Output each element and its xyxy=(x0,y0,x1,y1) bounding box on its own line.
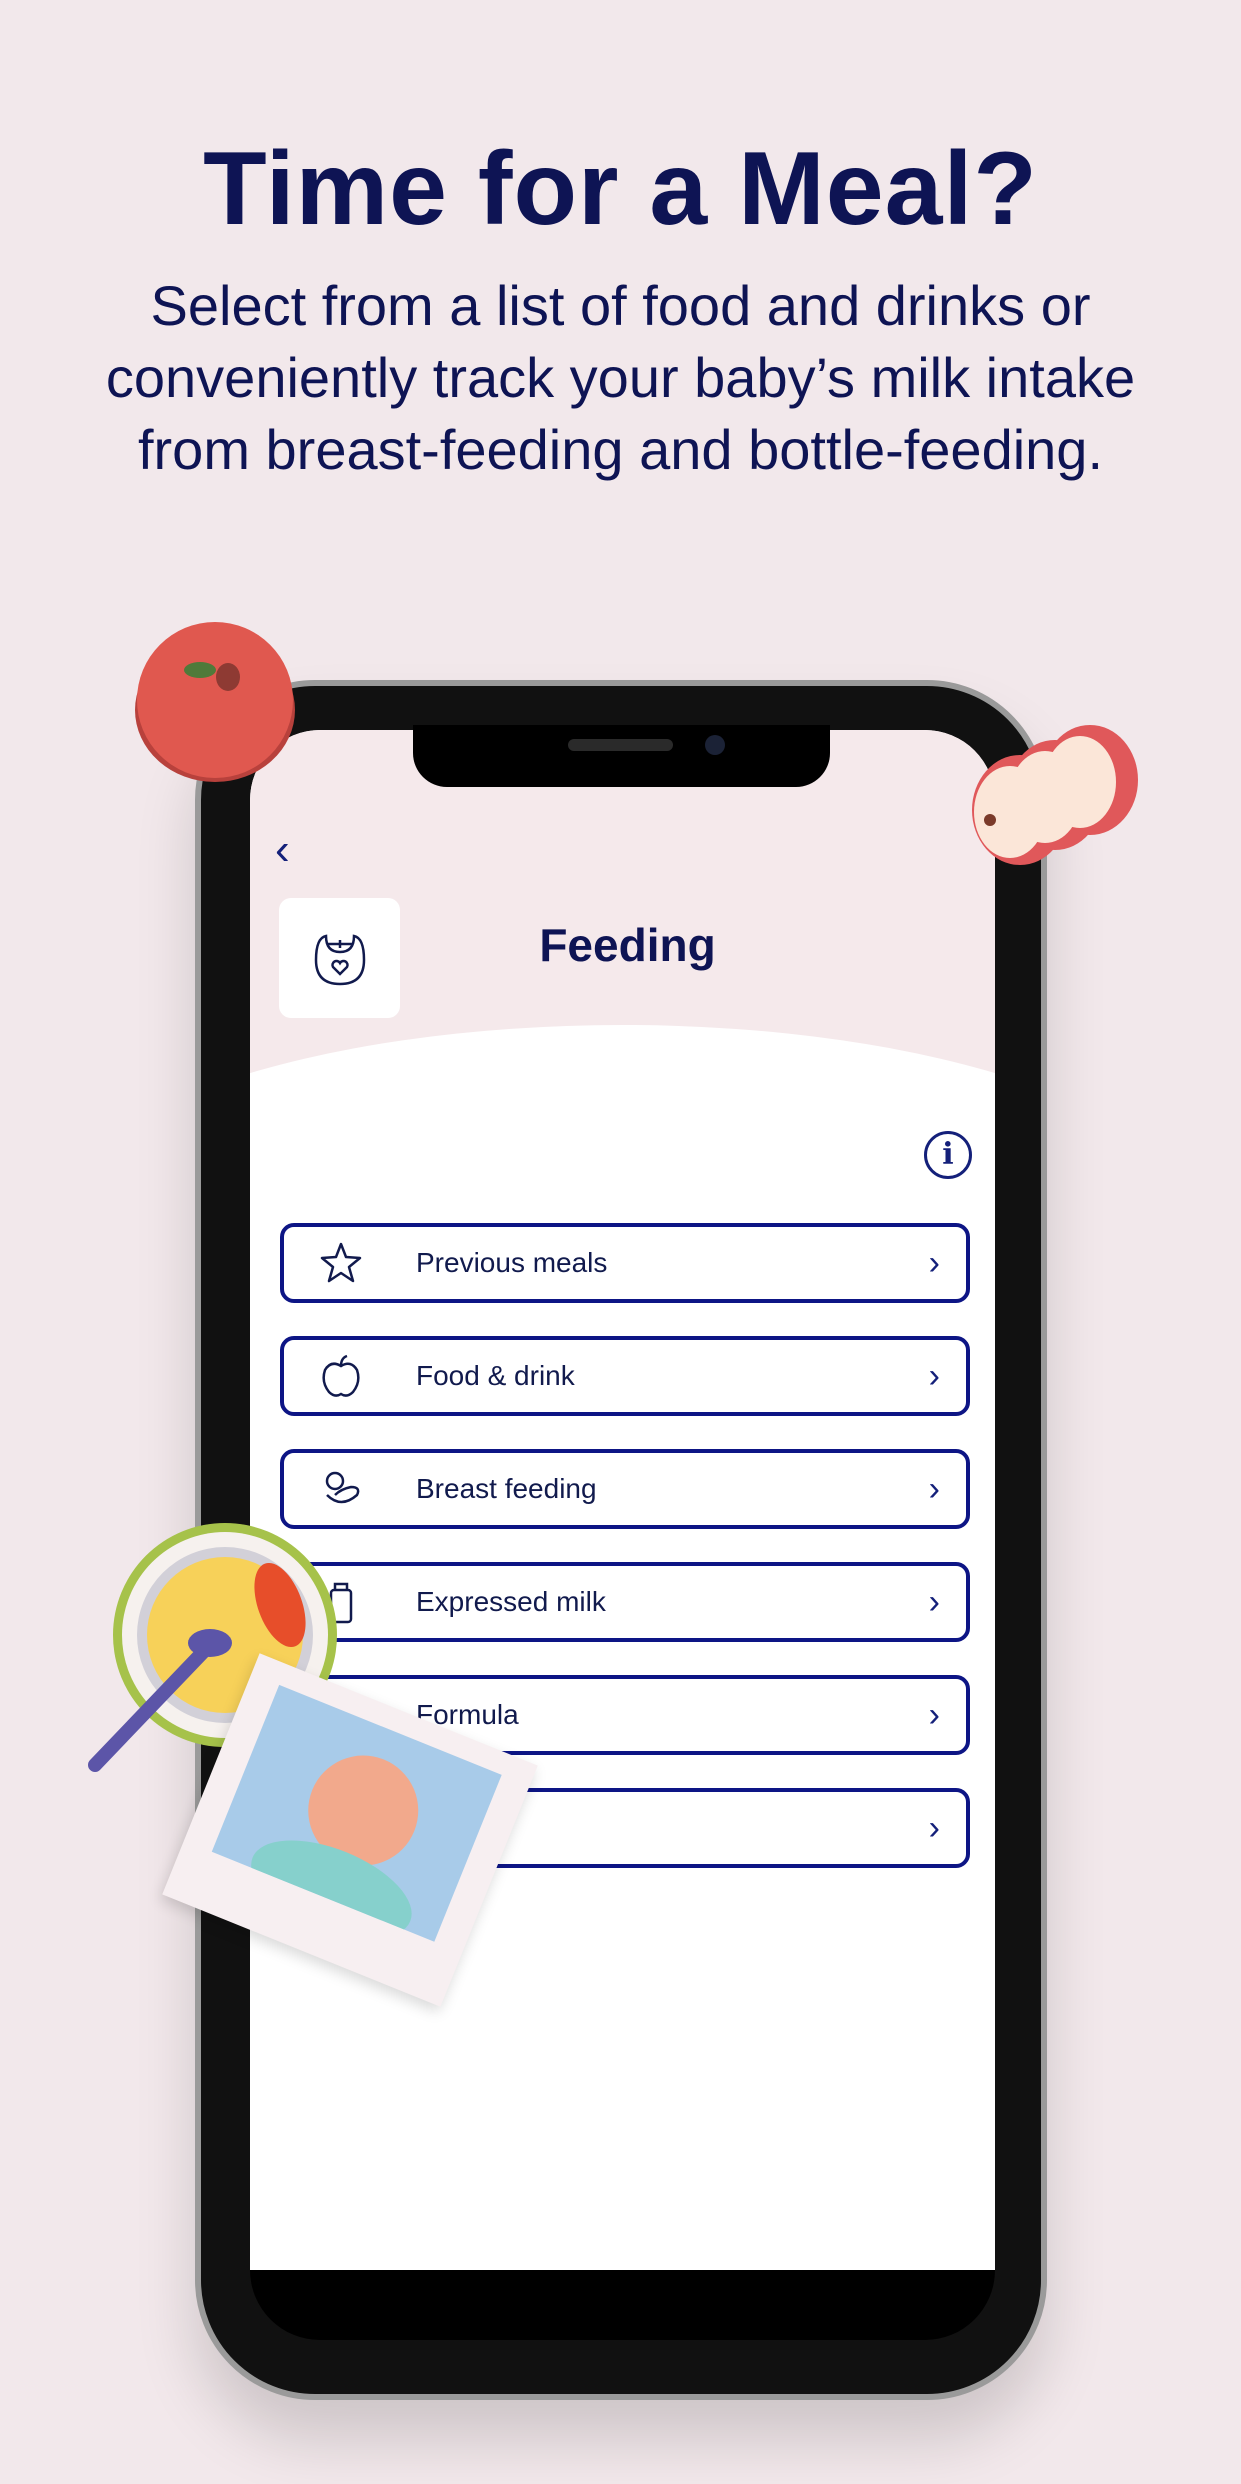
star-icon xyxy=(306,1239,376,1287)
apple-slices-illustration xyxy=(972,725,1138,865)
phone-notch xyxy=(413,725,830,787)
menu-item-previous-meals[interactable]: Previous meals › xyxy=(280,1223,970,1303)
info-icon[interactable]: i xyxy=(924,1131,972,1179)
chevron-right-icon: › xyxy=(928,1243,940,1282)
menu-item-expressed-milk[interactable]: Expressed milk › xyxy=(280,1562,970,1642)
chevron-right-icon: › xyxy=(928,1808,940,1847)
hero-subtitle: Select from a list of food and drinks or… xyxy=(105,274,1136,481)
menu-item-label: Expressed milk xyxy=(416,1586,606,1617)
menu-item-label: Formula xyxy=(416,1699,519,1730)
menu-item-breast-feeding[interactable]: Breast feeding › xyxy=(280,1449,970,1529)
menu-item-label: Breast feeding xyxy=(416,1473,597,1504)
apple-icon xyxy=(306,1352,376,1400)
chevron-left-icon[interactable]: ‹ xyxy=(275,825,290,875)
phone-bottom-bezel xyxy=(250,2270,995,2340)
app-screen: ‹ Feeding i Previous meals › Food & drin… xyxy=(250,730,995,2270)
menu-item-label: Food & drink xyxy=(416,1360,575,1391)
speaker xyxy=(568,739,673,751)
chevron-right-icon: › xyxy=(928,1356,940,1395)
page-title: Feeding xyxy=(539,919,716,971)
breastfeeding-icon xyxy=(306,1465,376,1513)
hero-title: Time for a Meal? xyxy=(203,131,1038,247)
menu-item-food-drink[interactable]: Food & drink › xyxy=(280,1336,970,1416)
chevron-right-icon: › xyxy=(928,1469,940,1508)
chevron-right-icon: › xyxy=(928,1695,940,1734)
camera xyxy=(705,735,725,755)
chevron-right-icon: › xyxy=(928,1582,940,1621)
menu-item-label: Previous meals xyxy=(416,1247,608,1278)
apple-illustration xyxy=(135,622,295,782)
